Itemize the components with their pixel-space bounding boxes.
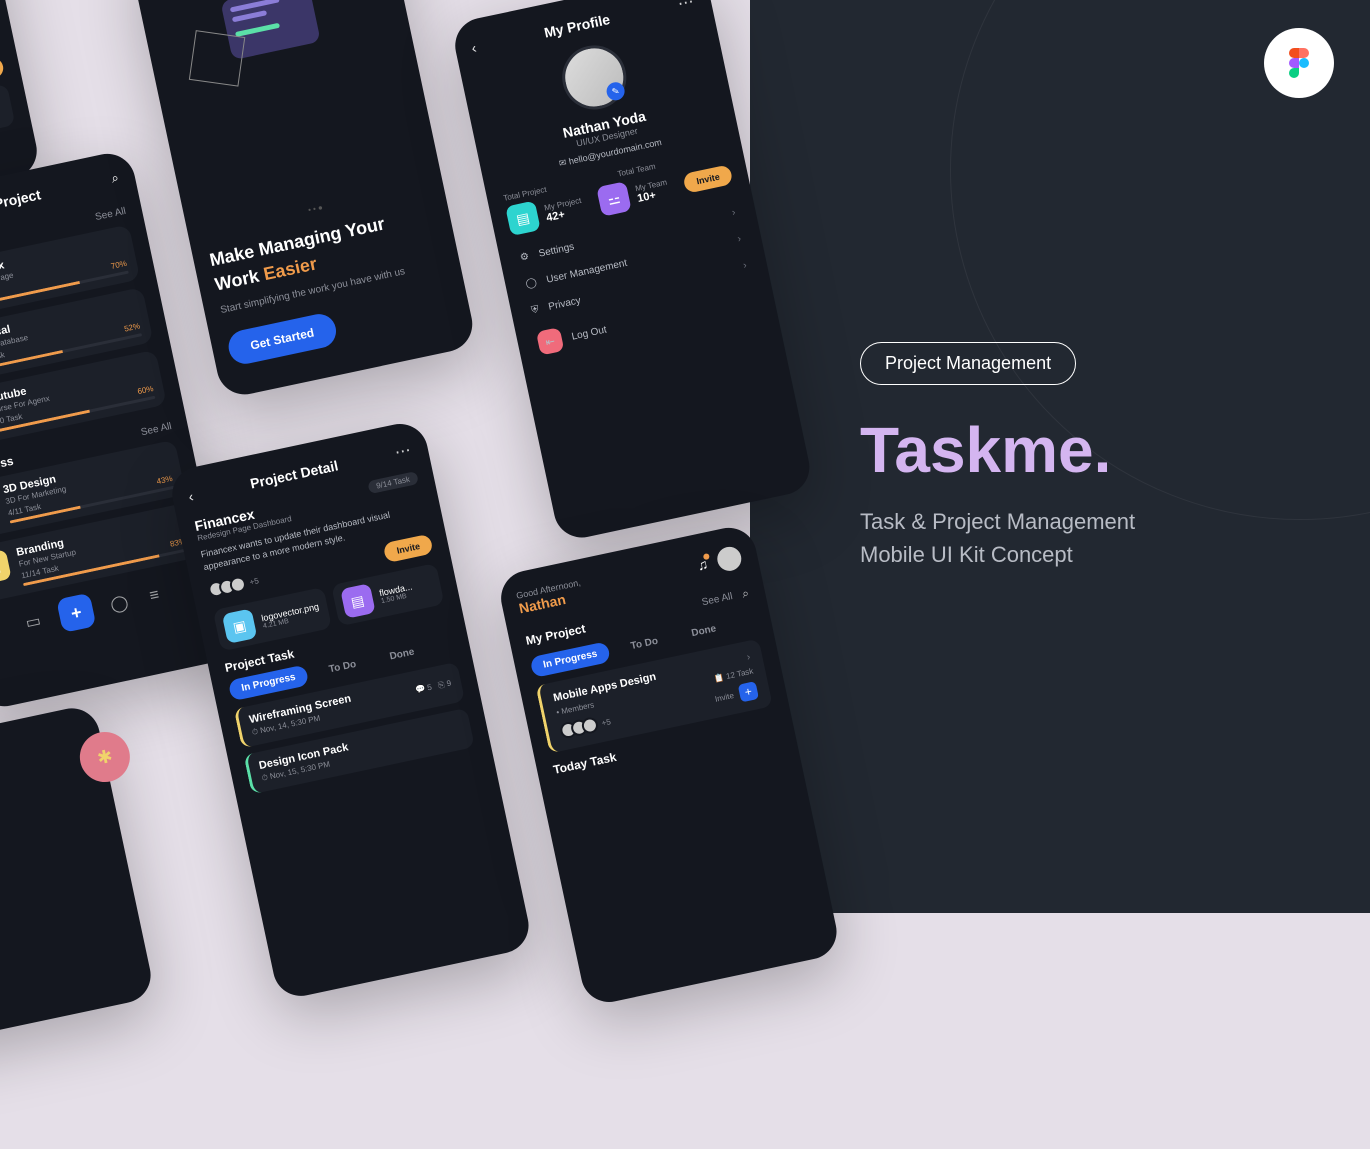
phone-onboarding: ✱ • • ● Make Managing Your Work Easier S…: [128, 0, 478, 400]
bell-icon[interactable]: ♫: [696, 556, 710, 574]
member-avatars: [559, 716, 599, 740]
logout-icon: ⇤: [536, 327, 564, 355]
invite-button[interactable]: Invite: [0, 56, 5, 85]
phone-profile: ‹ My Profile ⋯ ✎ Nathan Yoda UI/UX Desig…: [450, 0, 815, 543]
more-icon[interactable]: ⋯: [676, 0, 697, 14]
chevron-right-icon: ›: [737, 234, 743, 245]
clipboard-icon: ▤: [0, 549, 12, 585]
screen-title: My Profile: [474, 0, 679, 55]
invite-button[interactable]: Invite: [383, 534, 434, 563]
member-avatars: [207, 575, 247, 599]
avatar[interactable]: [715, 545, 743, 573]
add-button[interactable]: +: [738, 681, 759, 702]
search-icon[interactable]: ⌕: [741, 585, 751, 601]
task-count-badge: 9/14 Task: [367, 471, 419, 494]
tab-done[interactable]: Done: [376, 639, 428, 670]
tab-done[interactable]: Done: [678, 616, 730, 647]
decoration-star: ✱: [75, 727, 134, 786]
avatar: ✎: [556, 39, 632, 115]
my-project-label: My Project: [524, 621, 586, 647]
phone-home: Good Afternoon, Nathan ♫ My Project See …: [496, 523, 842, 1007]
menu-icon[interactable]: ≡: [144, 585, 165, 606]
project-icon: ▤: [505, 201, 541, 237]
clipboard-icon[interactable]: ▭: [23, 611, 44, 632]
more-icon[interactable]: ⋯: [393, 440, 414, 463]
edit-icon[interactable]: ✎: [605, 81, 626, 102]
invite-button[interactable]: Invite: [683, 164, 734, 193]
file-icon: ▤: [340, 583, 376, 619]
chevron-right-icon: ›: [746, 651, 752, 662]
see-all-link[interactable]: See All: [94, 205, 127, 222]
see-all-link[interactable]: See All: [701, 591, 734, 608]
image-icon: ▣: [222, 609, 258, 645]
chevron-right-icon: ›: [742, 260, 748, 271]
figma-icon: [1289, 48, 1309, 78]
user-icon[interactable]: ◯: [109, 593, 130, 614]
gear-icon: ⚙: [519, 251, 530, 264]
get-started-button[interactable]: Get Started: [225, 311, 338, 367]
shield-icon: ⛨: [530, 304, 540, 316]
team-icon: ⚍: [596, 181, 632, 217]
tab-todo[interactable]: To Do: [315, 652, 370, 683]
phone-project-detail: ‹ Project Detail ⋯ Financex Redesign Pag…: [167, 419, 534, 1001]
figma-badge: [1264, 28, 1334, 98]
see-all-link[interactable]: See All: [140, 421, 173, 438]
user-icon: ◯: [525, 277, 538, 290]
phone-fragment-bottom: ✱: [0, 703, 156, 1051]
add-button[interactable]: +: [56, 593, 96, 633]
chevron-right-icon: ›: [731, 207, 737, 218]
